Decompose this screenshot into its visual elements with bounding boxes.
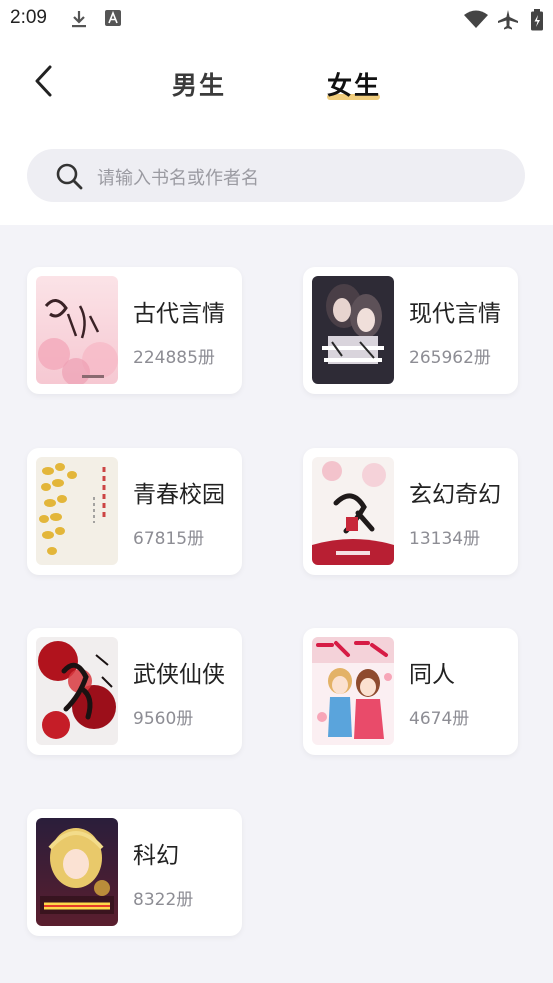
category-count: 9560册 [133, 709, 194, 729]
category-cover-image [312, 637, 394, 745]
chevron-left-icon [35, 65, 52, 97]
category-count: 8322册 [133, 890, 194, 910]
category-cover-image [36, 818, 118, 926]
category-card-fan-fiction[interactable]: 同人 4674册 [303, 628, 518, 755]
category-name: 武侠仙侠 [133, 662, 225, 688]
category-count: 224885册 [133, 348, 215, 368]
category-card-fantasy[interactable]: 玄幻奇幻 13134册 [303, 448, 518, 575]
category-count: 13134册 [409, 529, 481, 549]
category-cover-image [36, 457, 118, 565]
wifi-icon [464, 10, 488, 28]
search-input[interactable]: 请输入书名或作者名 [27, 149, 525, 202]
category-name: 青春校园 [133, 482, 225, 508]
battery-icon [531, 9, 543, 31]
tab-male[interactable]: 男生 [172, 66, 226, 102]
back-button[interactable] [26, 60, 62, 100]
category-card-campus-youth[interactable]: 青春校园 67815册 [27, 448, 242, 575]
category-cover-image [36, 276, 118, 384]
category-cover-image [36, 637, 118, 745]
status-bar: 2:09 [0, 0, 553, 38]
category-cover-image [312, 457, 394, 565]
category-name: 玄幻奇幻 [409, 482, 501, 508]
category-name: 科幻 [133, 843, 179, 869]
category-name: 古代言情 [133, 301, 225, 327]
airplane-icon [498, 10, 518, 30]
category-name: 同人 [409, 662, 455, 688]
category-count: 4674册 [409, 709, 470, 729]
category-name: 现代言情 [409, 301, 501, 327]
font-icon [105, 10, 121, 26]
download-icon [72, 11, 86, 28]
search-placeholder: 请输入书名或作者名 [97, 168, 259, 189]
category-count: 67815册 [133, 529, 205, 549]
category-card-sci-fi[interactable]: 科幻 8322册 [27, 809, 242, 936]
tab-female[interactable]: 女生 [327, 66, 381, 102]
status-time: 2:09 [10, 7, 47, 28]
search-icon [56, 163, 83, 190]
category-card-modern-romance[interactable]: 现代言情 265962册 [303, 267, 518, 394]
category-card-martial-arts[interactable]: 武侠仙侠 9560册 [27, 628, 242, 755]
category-card-ancient-romance[interactable]: 古代言情 224885册 [27, 267, 242, 394]
category-cover-image [312, 276, 394, 384]
category-count: 265962册 [409, 348, 491, 368]
